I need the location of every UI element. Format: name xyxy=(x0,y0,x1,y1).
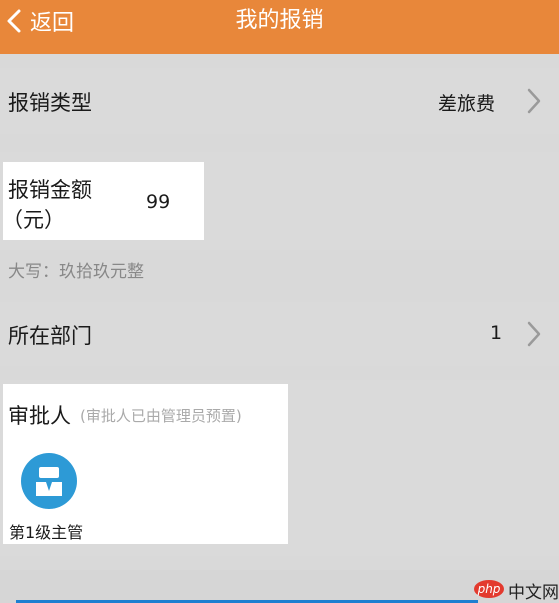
approver-role-label: 第1级主管 xyxy=(9,523,84,542)
amount-in-words: 大写：玖拾玖元整 xyxy=(8,262,144,282)
amount-label: 报销金额 xyxy=(8,178,92,202)
expense-type-label: 报销类型 xyxy=(8,91,92,115)
user-icon xyxy=(36,467,62,496)
watermark-logo: php xyxy=(474,580,504,598)
page-title: 我的报销 xyxy=(235,8,324,33)
chevron-right-icon xyxy=(526,320,542,348)
department-label: 所在部门 xyxy=(8,324,92,348)
watermark-text: 中文网 xyxy=(508,583,559,603)
approver-title: 审批人 xyxy=(8,404,71,428)
amount-input[interactable]: 99 xyxy=(146,191,170,213)
approver-note: (审批人已由管理员预置) xyxy=(80,407,242,425)
approver-avatar[interactable] xyxy=(21,453,77,509)
chevron-right-icon xyxy=(526,87,542,115)
amount-unit-label: （元） xyxy=(2,208,65,232)
department-value: 1 xyxy=(490,322,503,344)
expense-type-value: 差旅费 xyxy=(438,93,496,115)
